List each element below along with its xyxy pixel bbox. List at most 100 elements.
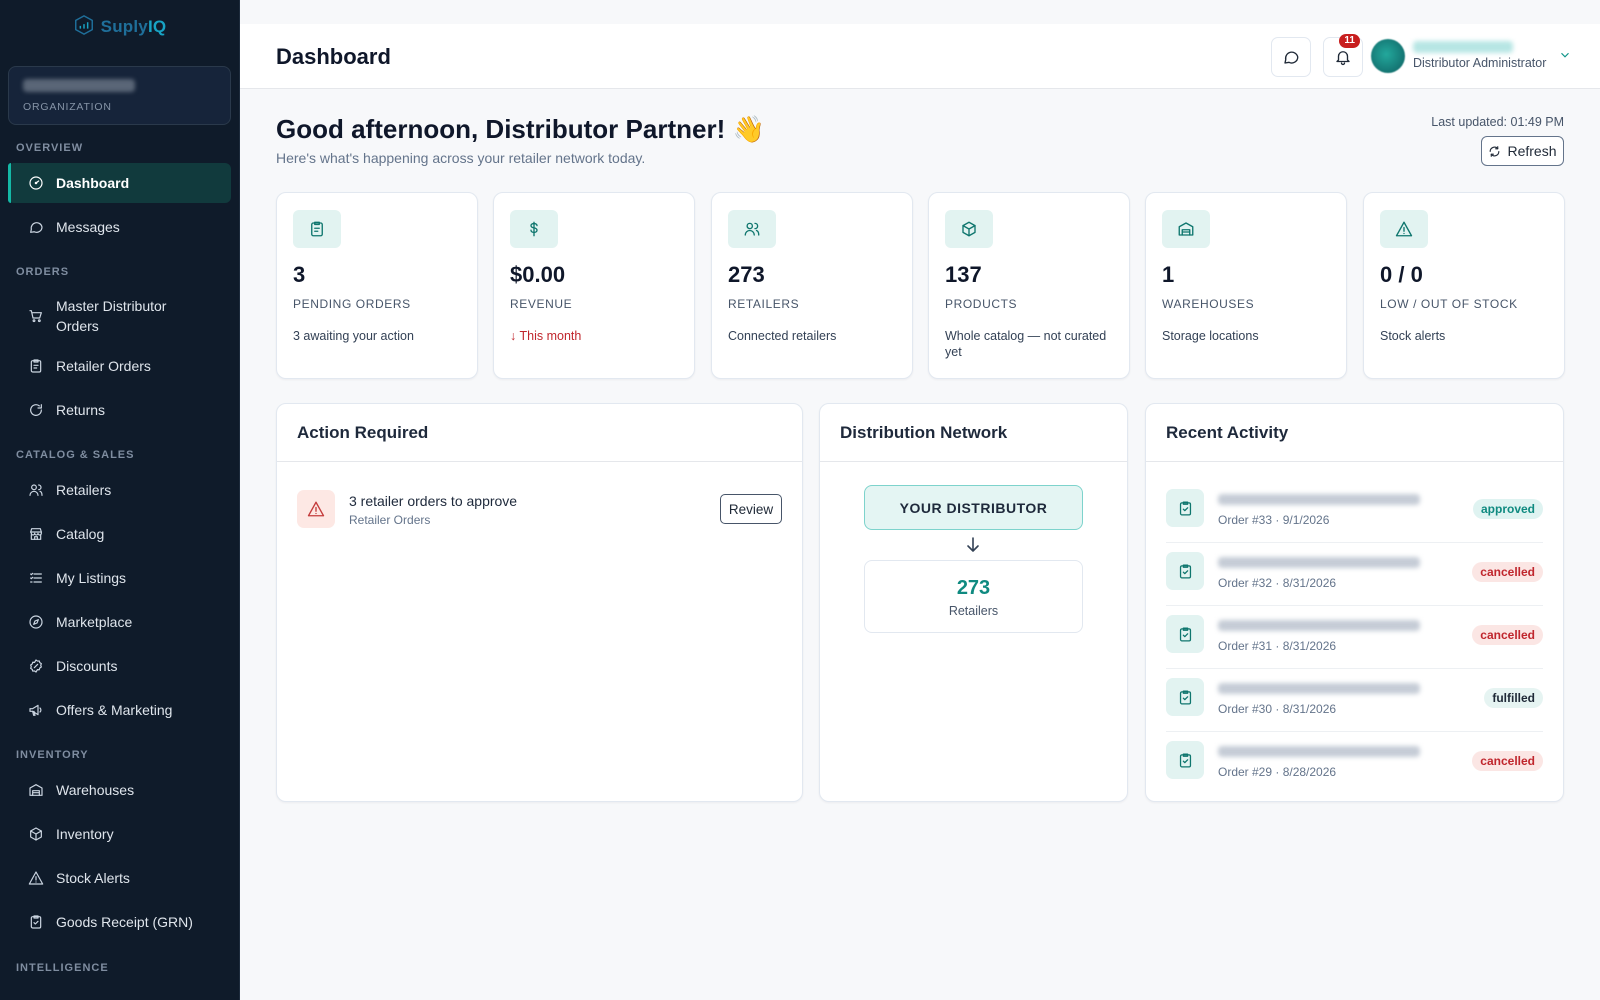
status-badge: fulfilled [1484,688,1543,708]
organization-switcher[interactable]: ORGANIZATION [8,66,231,125]
stat-sub: Connected retailers [728,329,837,343]
clipboard-check-icon [1166,678,1204,716]
notifications-button[interactable]: 11 [1323,34,1363,77]
activity-subtitle: Order #29 · 8/28/2026 [1218,765,1337,779]
activity-subtitle: Order #32 · 8/31/2026 [1218,576,1337,590]
sidebar-item-label: Discounts [56,658,118,674]
stat-label: PRODUCTS [945,297,1018,311]
warehouse-icon [1162,210,1210,248]
section-catalog-sales: CATALOG & SALES [16,449,135,461]
logo-icon [73,14,95,41]
activity-title-redacted [1218,494,1420,505]
sidebar: SuplyIQ ORGANIZATION OVERVIEW ORDERS CAT… [0,0,240,1000]
sidebar-item-label: My Listings [56,570,127,586]
bell-icon [1334,48,1352,66]
section-inventory: INVENTORY [16,749,89,761]
sidebar-item-marketplace[interactable]: Marketplace [8,602,231,642]
sidebar-item-returns[interactable]: Returns [8,390,231,430]
badge-percent-icon [28,658,44,674]
box-icon [28,826,44,842]
sidebar-item-my-listings[interactable]: My Listings [8,558,231,598]
distributor-node: YOUR DISTRIBUTOR [864,485,1083,530]
action-item-title: 3 retailer orders to approve [349,493,518,509]
sidebar-item-master-distributor-orders[interactable]: Master Distributor Orders [8,294,231,338]
stat-sub: Stock alerts [1380,329,1446,343]
distribution-network-panel: Distribution Network YOUR DISTRIBUTOR 27… [819,403,1128,802]
sidebar-item-catalog[interactable]: Catalog [8,514,231,554]
activity-item[interactable]: Order #33 · 9/1/2026 approved [1166,481,1543,543]
users-icon [728,210,776,248]
avatar[interactable] [1371,39,1405,73]
section-overview: OVERVIEW [16,142,84,154]
stat-card-products[interactable]: 137 PRODUCTS Whole catalog — not curated… [928,192,1130,379]
sidebar-item-inventory[interactable]: Inventory [8,814,231,854]
sidebar-item-label: Retailer Orders [56,358,151,374]
sidebar-item-label: Offers & Marketing [56,702,173,718]
last-updated: Last updated: 01:49 PM [1431,115,1564,129]
chevron-down-icon[interactable] [1558,48,1572,67]
activity-title-redacted [1218,557,1420,568]
sidebar-item-stock-alerts[interactable]: Stock Alerts [8,858,231,898]
retailers-count: 273 [956,577,991,599]
stat-value: $0.00 [510,262,566,287]
panel-title: Distribution Network [820,404,1127,462]
brand-name: SuplyIQ [100,17,167,36]
sidebar-item-messages[interactable]: Messages [8,207,231,247]
stat-card-revenue[interactable]: $0.00 REVENUE ↓ This month [493,192,695,379]
stat-card-warehouses[interactable]: 1 WAREHOUSES Storage locations [1145,192,1347,379]
dollar-icon [510,210,558,248]
panel-title: Action Required [277,404,802,462]
sidebar-item-label: Warehouses [56,782,135,798]
stat-card-retailers[interactable]: 273 RETAILERS Connected retailers [711,192,913,379]
sidebar-item-label: Stock Alerts [56,870,130,886]
stat-sub: Storage locations [1162,329,1259,343]
sidebar-item-retailers[interactable]: Retailers [8,470,231,510]
clipboard-check-icon [1166,489,1204,527]
section-intelligence: INTELLIGENCE [16,962,109,974]
compass-icon [28,614,44,630]
activity-item[interactable]: Order #31 · 8/31/2026 cancelled [1166,607,1543,669]
stat-sub: Whole catalog — not curated yet [945,329,1107,359]
clipboard-check-icon [1166,615,1204,653]
panel-title: Recent Activity [1146,404,1563,462]
activity-title-redacted [1218,683,1420,694]
sidebar-item-warehouses[interactable]: Warehouses [8,770,231,810]
clipboard-icon [28,358,44,374]
stat-card-pending-orders[interactable]: 3 PENDING ORDERS 3 awaiting your action [276,192,478,379]
user-role: Distributor Administrator [1413,56,1547,70]
clipboard-check-icon [28,914,44,930]
brand-logo[interactable]: SuplyIQ [0,0,239,54]
messages-button[interactable] [1271,37,1311,77]
sidebar-item-goods-receipt[interactable]: Goods Receipt (GRN) [8,902,231,942]
organization-label: ORGANIZATION [23,101,112,113]
activity-item[interactable]: Order #30 · 8/31/2026 fulfilled [1166,670,1543,732]
status-badge: cancelled [1472,625,1543,645]
user-name-redacted [1413,41,1513,53]
sidebar-item-label: Inventory [56,826,114,842]
stat-sub: 3 awaiting your action [293,329,414,343]
greeting-title: Good afternoon, Distributor Partner! 👋 [276,114,765,144]
action-item-subtitle: Retailer Orders [349,513,431,527]
refresh-button[interactable]: Refresh [1481,136,1564,166]
activity-item[interactable]: Order #32 · 8/31/2026 cancelled [1166,544,1543,606]
sidebar-item-dashboard[interactable]: Dashboard [8,163,231,203]
stat-label: REVENUE [510,297,573,311]
status-badge: approved [1472,499,1543,519]
chat-icon [28,219,44,235]
activity-item[interactable]: Order #29 · 8/28/2026 cancelled [1166,733,1543,795]
store-icon [28,526,44,542]
sidebar-item-label: Returns [56,402,106,418]
retailers-node[interactable]: 273 Retailers [864,560,1083,633]
gauge-icon [28,175,44,191]
activity-subtitle: Order #31 · 8/31/2026 [1218,639,1337,653]
stat-value: 273 [728,262,765,287]
sidebar-item-discounts[interactable]: Discounts [8,646,231,686]
review-button[interactable]: Review [720,494,782,524]
sidebar-item-label: Master Distributor Orders [56,298,167,334]
sidebar-item-offers-marketing[interactable]: Offers & Marketing [8,690,231,730]
stat-label: RETAILERS [728,297,800,311]
greeting-subtitle: Here's what's happening across your reta… [276,150,646,166]
sidebar-item-retailer-orders[interactable]: Retailer Orders [8,346,231,386]
stat-card-low-out-of-stock[interactable]: 0 / 0 LOW / OUT OF STOCK Stock alerts [1363,192,1565,379]
action-required-panel: Action Required 3 retailer orders to app… [276,403,803,802]
